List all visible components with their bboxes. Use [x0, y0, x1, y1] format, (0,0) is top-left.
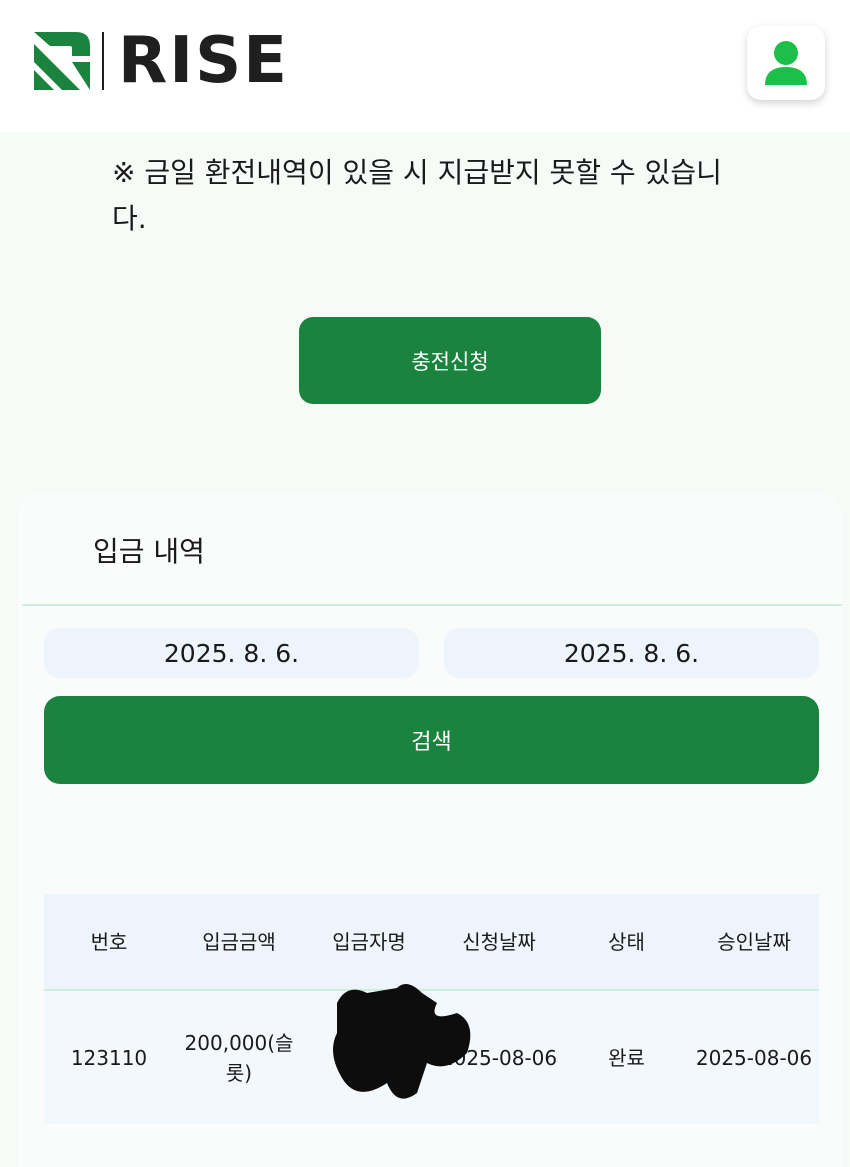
- column-header: 번호: [90, 929, 128, 954]
- charge-request-button[interactable]: 충전신청: [299, 317, 601, 404]
- row-status: 완료: [608, 1045, 645, 1070]
- column-header: 승인날짜: [717, 929, 791, 954]
- divider: [22, 604, 842, 606]
- table-header: 번호 입금금액 입금자명 신청날짜 상태 승인날짜: [44, 894, 819, 991]
- row-approval-date: 2025-08-06: [695, 1045, 813, 1070]
- column-header: 신청날짜: [462, 929, 536, 954]
- brand-name: RISE: [118, 24, 289, 98]
- table-row: 123110 200,000(슬롯) 2025-08-06 완료 2025-08…: [44, 984, 819, 1124]
- logo-divider: [102, 32, 104, 90]
- notice-text: ※ 금일 환전내역이 있을 시 지급받지 못할 수 있습니다.: [112, 156, 722, 235]
- column-header: 입금금액: [202, 929, 276, 954]
- search-button[interactable]: 검색: [44, 696, 819, 784]
- deposit-history-title: 입금 내역: [93, 535, 205, 568]
- start-date-field[interactable]: 2025. 8. 6.: [44, 628, 419, 678]
- row-number: 123110: [70, 1045, 148, 1070]
- user-icon: [765, 41, 807, 85]
- app-header: RISE: [0, 0, 850, 132]
- profile-button[interactable]: [747, 26, 825, 100]
- redaction-scribble: [333, 984, 471, 1099]
- column-header: 입금자명: [332, 929, 406, 954]
- deposit-table: 번호 입금금액 입금자명 신청날짜 상태 승인날짜 123110 200,000…: [44, 894, 819, 1124]
- column-header: 상태: [608, 929, 645, 954]
- end-date-field[interactable]: 2025. 8. 6.: [444, 628, 819, 678]
- brand-logo[interactable]: RISE: [32, 24, 289, 98]
- row-amount: 200,000(슬롯): [184, 1030, 294, 1085]
- rise-logo-icon: [34, 32, 90, 90]
